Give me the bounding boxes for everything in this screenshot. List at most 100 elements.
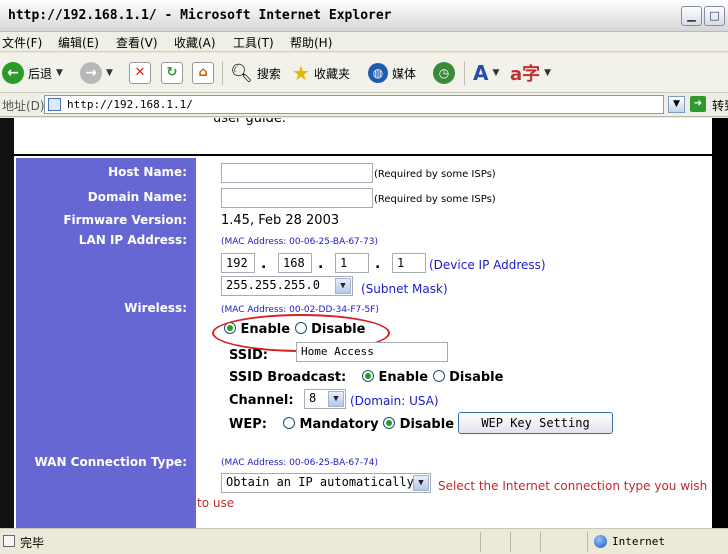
wep-disable-label: Disable <box>399 417 455 432</box>
toolbar-divider <box>464 61 465 85</box>
encoding-button[interactable]: a字 ▼ <box>510 57 551 89</box>
firmware-label: Firmware Version: <box>63 213 187 227</box>
status-divider <box>510 532 511 552</box>
menu-tools[interactable]: 工具(T) <box>233 34 274 51</box>
channel-domain-note: (Domain: USA) <box>350 394 439 408</box>
chevron-down-icon[interactable]: ▼ <box>544 68 551 78</box>
status-text: 完毕 <box>20 536 45 550</box>
search-button[interactable]: 🔍︎ 搜索 <box>230 57 281 89</box>
user-guide-text: user guide. <box>213 118 286 126</box>
wan-type-select[interactable]: Obtain an IP automatically ▼ <box>221 473 431 493</box>
maximize-button[interactable]: □ <box>704 6 725 26</box>
wan-type-hint: Select the Internet connection type you … <box>438 479 708 493</box>
broadcast-enable-label: Enable <box>378 370 429 385</box>
domain-name-input[interactable] <box>221 188 373 208</box>
menu-edit[interactable]: 编辑(E) <box>58 34 99 51</box>
subnet-mask-select[interactable]: 255.255.255.0 ▼ <box>221 276 353 296</box>
chevron-down-icon[interactable]: ▼ <box>106 68 113 78</box>
back-button[interactable]: ← 后退 ▼ <box>2 57 63 89</box>
minimize-icon: ▁ <box>687 9 696 22</box>
go-arrow-icon[interactable]: ➜ <box>690 96 706 112</box>
ip-separator: . <box>375 256 381 272</box>
text-size-button[interactable]: A ▼ <box>473 57 499 89</box>
wep-mandatory-radio[interactable] <box>283 417 295 429</box>
star-icon: ★ <box>292 61 310 85</box>
channel-select[interactable]: 8 ▼ <box>304 389 346 409</box>
header-rule <box>14 154 712 156</box>
chevron-down-icon[interactable]: ▼ <box>492 68 499 78</box>
broadcast-enable-radio[interactable] <box>362 370 374 382</box>
stop-button[interactable]: ✕ <box>129 57 151 89</box>
status-divider <box>587 532 588 552</box>
page-viewport: user guide. Host Name: Domain Name: Firm… <box>0 118 728 528</box>
menu-file[interactable]: 文件(F) <box>2 34 42 51</box>
domain-name-label: Domain Name: <box>87 190 187 204</box>
channel-value: 8 <box>309 391 317 405</box>
chevron-down-icon[interactable]: ▼ <box>56 68 63 78</box>
host-name-input[interactable] <box>221 163 373 183</box>
wep-key-setting-button[interactable]: WEP Key Setting <box>458 412 613 434</box>
title-bar: http://192.168.1.1/ - Microsoft Internet… <box>0 0 728 32</box>
go-button[interactable]: 转到 <box>712 97 728 114</box>
minimize-button[interactable]: ▁ <box>681 6 702 26</box>
ssid-label: SSID: <box>229 348 268 363</box>
wep-disable-radio[interactable] <box>383 417 396 429</box>
address-input[interactable]: http://192.168.1.1/ <box>44 95 664 114</box>
page-header-area <box>14 118 712 156</box>
stop-icon: ✕ <box>129 62 151 84</box>
host-name-label: Host Name: <box>108 165 187 179</box>
home-icon: ⌂ <box>192 62 214 84</box>
wep-radio-group: Mandatory Disable <box>283 417 454 432</box>
status-bar: 完毕 Internet <box>0 528 728 554</box>
page-icon <box>48 98 61 111</box>
broadcast-disable-radio[interactable] <box>432 370 445 382</box>
menu-favorites[interactable]: 收藏(A) <box>174 34 216 51</box>
lan-ip-octet-3[interactable]: 1 <box>335 253 369 273</box>
history-button[interactable]: ◷ <box>433 57 455 89</box>
firmware-value: 1.45, Feb 28 2003 <box>221 213 340 228</box>
favorites-button[interactable]: ★ 收藏夹 <box>292 57 350 89</box>
menu-bar: 文件(F) 编辑(E) 查看(V) 收藏(A) 工具(T) 帮助(H) <box>0 32 728 52</box>
security-zone-text: Internet <box>612 535 665 548</box>
media-globe-icon: ◍ <box>368 63 388 83</box>
history-icon: ◷ <box>433 62 455 84</box>
settings-label-column: Host Name: Domain Name: Firmware Version… <box>16 158 196 528</box>
address-dropdown-button[interactable]: ▼ <box>668 96 685 113</box>
search-label: 搜索 <box>256 66 281 81</box>
media-label: 媒体 <box>392 66 417 81</box>
maximize-icon: □ <box>709 9 720 22</box>
ssid-input[interactable]: Home Access <box>296 342 448 362</box>
menu-view[interactable]: 查看(V) <box>116 34 158 51</box>
address-label: 地址(D) <box>2 99 45 113</box>
lan-ip-octet-4[interactable]: 1 <box>392 253 426 273</box>
lan-ip-label: LAN IP Address: <box>78 233 187 247</box>
back-arrow-icon: ← <box>2 62 24 84</box>
font-size-icon: A <box>473 61 489 85</box>
lan-ip-octet-2[interactable]: 168 <box>278 253 312 273</box>
host-name-note: (Required by some ISPs) <box>374 169 496 180</box>
page-left-border <box>0 118 14 528</box>
page-done-icon <box>3 535 15 547</box>
encoding-icon: a字 <box>510 64 541 85</box>
domain-name-note: (Required by some ISPs) <box>374 194 496 205</box>
home-button[interactable]: ⌂ <box>192 57 214 89</box>
broadcast-disable-label: Disable <box>449 370 504 385</box>
media-button[interactable]: ◍ 媒体 <box>368 57 416 89</box>
ip-separator: . <box>261 256 267 272</box>
menu-help[interactable]: 帮助(H) <box>290 34 332 51</box>
ssid-broadcast-radio-group: Enable Disable <box>362 370 503 385</box>
chevron-down-icon: ▼ <box>328 391 344 407</box>
window-title: http://192.168.1.1/ - Microsoft Internet… <box>8 8 392 23</box>
forward-button[interactable]: → ▼ <box>80 57 113 89</box>
lan-ip-octet-1[interactable]: 192 <box>221 253 255 273</box>
refresh-icon: ↻ <box>161 62 183 84</box>
address-url: http://192.168.1.1/ <box>67 98 193 111</box>
search-icon: 🔍︎ <box>230 62 253 84</box>
refresh-button[interactable]: ↻ <box>161 57 183 89</box>
forward-arrow-icon: → <box>80 62 102 84</box>
internet-zone-icon <box>594 535 607 548</box>
chevron-down-icon: ▼ <box>673 99 680 109</box>
channel-label: Channel: <box>229 393 294 408</box>
wep-label: WEP: <box>229 417 267 432</box>
favorites-label: 收藏夹 <box>313 66 350 81</box>
